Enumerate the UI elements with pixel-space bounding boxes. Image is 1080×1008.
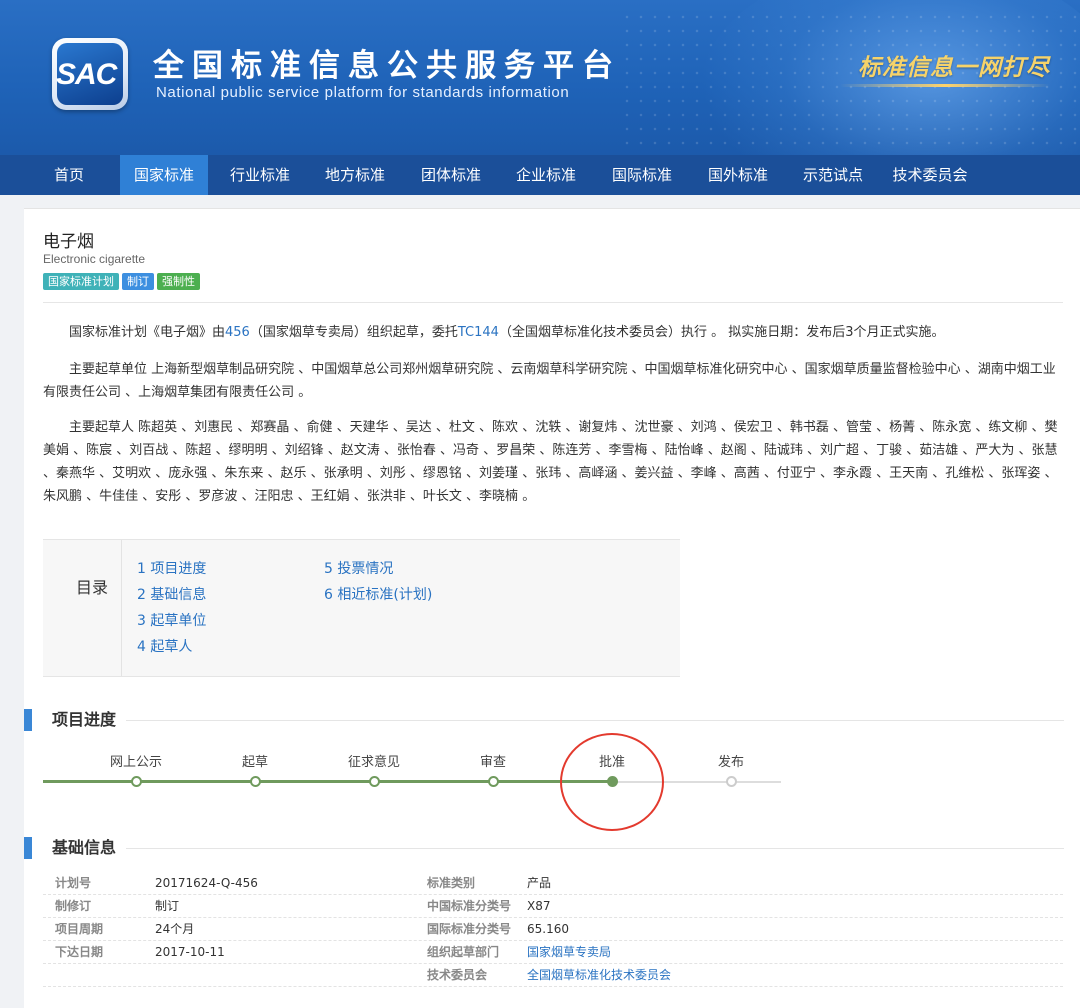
table-of-contents: 目录 1 项目进度 2 基础信息 3 起草单位 4 起草人 5 投票情况 6 相… [43,539,680,677]
tag-mandatory: 强制性 [157,273,200,290]
field-value: 2017-10-11 [155,945,225,959]
toc-column-2: 5 投票情况 6 相近标准(计划) [324,556,432,608]
field-label: 技术委员会 [427,968,488,982]
toc-link-votes[interactable]: 5 投票情况 [324,556,432,582]
table-row: 技术委员会 全国烟草标准化技术委员会 [43,964,1063,987]
table-row: 下达日期 2017-10-11 组织起草部门 国家烟草专卖局 [43,941,1063,964]
field-value: 制订 [155,899,180,913]
step-public-notice: 网上公示 [91,754,181,787]
site-subtitle: National public service platform for sta… [156,84,570,101]
nav-home[interactable]: 首页 [38,155,100,195]
field-label: 制修订 [55,899,92,913]
step-drafting: 起草 [210,754,300,787]
field-label: 计划号 [55,876,92,890]
org-code-link[interactable]: 456 [225,325,250,340]
section-marker [24,709,32,731]
intro-text: 国家标准计划《电子烟》由 [69,325,226,340]
step-label: 发布 [717,755,744,770]
toc-link-progress[interactable]: 1 项目进度 [137,556,206,582]
slogan-underline [840,84,1050,87]
field-label: 中国标准分类号 [427,899,512,913]
field-value: X87 [527,899,551,913]
progress-timeline: 网上公示 起草 征求意见 审查 批准 发布 [43,754,803,814]
drafting-dept-link[interactable]: 国家烟草专卖局 [527,941,611,963]
drafting-units-paragraph: 主要起草单位 上海新型烟草制品研究院 、中国烟草总公司郑州烟草研究院 、云南烟草… [43,362,1056,400]
intro-text: （国家烟草专卖局）组织起草，委托 [249,325,458,340]
slogan: 标准信息一网打尽 [858,54,1050,81]
nav-enterprise-standards[interactable]: 企业标准 [502,155,590,195]
basic-info-table: 计划号 20171624-Q-456 标准类别 产品 制修订 制订 中国标准分类… [43,872,1063,987]
tag-formulate: 制订 [122,273,154,290]
step-label: 起草 [241,755,268,770]
divider [43,302,1063,303]
field-label: 组织起草部门 [427,945,500,959]
toc-label: 目录 [76,578,109,597]
standard-tags: 国家标准计划 制订 强制性 [43,270,203,290]
main-nav: 首页 国家标准 行业标准 地方标准 团体标准 企业标准 国际标准 国外标准 示范… [0,155,1080,195]
nav-local-standards[interactable]: 地方标准 [311,155,399,195]
nav-technical-committee[interactable]: 技术委员会 [882,155,978,195]
step-dot-future [726,776,737,787]
site-header: SAC 全国标准信息公共服务平台 National public service… [0,0,1080,155]
standard-title: 电子烟 [43,232,94,252]
annotation-circle [560,733,664,831]
content-panel: 电子烟 Electronic cigarette 国家标准计划 制订 强制性 国家标… [24,208,1080,1008]
section-rule [52,848,1064,849]
table-row: 制修订 制订 中国标准分类号 X87 [43,895,1063,918]
nav-international-standards[interactable]: 国际标准 [598,155,686,195]
nav-industry-standards[interactable]: 行业标准 [216,155,304,195]
toc-link-similar-standards[interactable]: 6 相近标准(计划) [324,582,432,608]
toc-separator [121,540,122,676]
step-publish: 发布 [686,754,776,787]
field-value: 产品 [527,876,552,890]
step-comments: 征求意见 [329,754,419,787]
step-label: 征求意见 [347,755,400,770]
step-dot [131,776,142,787]
step-label: 审查 [479,755,506,770]
drafters-paragraph: 主要起草人 陈超英 、刘惠民 、郑赛晶 、俞健 、天建华 、吴达 、杜文 、陈欢… [43,420,1058,504]
step-dot [250,776,261,787]
sac-logo[interactable]: SAC [52,38,128,110]
field-value: 20171624-Q-456 [155,876,258,890]
field-value: 65.160 [527,922,569,936]
field-value: 24个月 [155,922,195,936]
basic-info-section-header: 基础信息 [24,837,1064,859]
tag-national-plan: 国家标准计划 [43,273,119,290]
field-label: 标准类别 [427,876,476,890]
basic-info-heading: 基础信息 [52,837,127,859]
section-rule [52,720,1064,721]
toc-column-1: 1 项目进度 2 基础信息 3 起草单位 4 起草人 [137,556,206,660]
step-dot [369,776,380,787]
technical-committee-link[interactable]: 全国烟草标准化技术委员会 [527,964,671,986]
step-label: 网上公示 [109,755,162,770]
toc-link-drafting-units[interactable]: 3 起草单位 [137,608,206,634]
step-dot [488,776,499,787]
nav-national-standards[interactable]: 国家标准 [120,155,208,195]
step-review: 审查 [448,754,538,787]
standard-title-en: Electronic cigarette [43,252,146,266]
table-row: 项目周期 24个月 国际标准分类号 65.160 [43,918,1063,941]
tc-code-link[interactable]: TC144 [458,325,499,340]
site-title: 全国标准信息公共服务平台 [153,48,621,84]
nav-group-standards[interactable]: 团体标准 [407,155,495,195]
field-label: 项目周期 [55,922,104,936]
intro-paragraph: 国家标准计划《电子烟》由456（国家烟草专卖局）组织起草，委托TC144（全国烟… [43,321,1063,344]
toc-link-basic-info[interactable]: 2 基础信息 [137,582,206,608]
intro-text: （全国烟草标准化技术委员会）执行 。 拟实施日期：发布后3个月正式实施。 [498,325,945,340]
table-row: 计划号 20171624-Q-456 标准类别 产品 [43,872,1063,895]
logo-text: SAC [56,58,117,91]
progress-section-header: 项目进度 [24,709,1064,731]
progress-heading: 项目进度 [52,709,127,731]
nav-foreign-standards[interactable]: 国外标准 [694,155,782,195]
toc-link-drafters[interactable]: 4 起草人 [137,634,206,660]
field-label: 国际标准分类号 [427,922,512,936]
section-marker [24,837,32,859]
progress-fill [43,780,613,783]
nav-pilot-demo[interactable]: 示范试点 [789,155,877,195]
field-label: 下达日期 [55,945,104,959]
